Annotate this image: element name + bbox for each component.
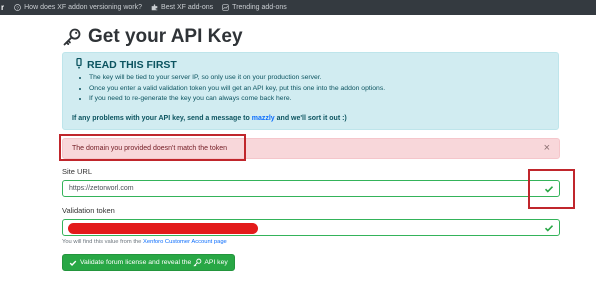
token-label: Validation token	[62, 206, 115, 215]
check-icon	[69, 259, 77, 267]
key-icon	[62, 27, 82, 47]
info-list: The key will be tied to your server IP, …	[77, 73, 385, 105]
list-item: If you need to re-generate the key you c…	[89, 94, 385, 105]
site-url-value: https://zetorworl.com	[69, 185, 134, 192]
nav-link-label: Best XF add-ons	[161, 4, 214, 11]
site-url-input[interactable]: https://zetorworl.com	[62, 180, 560, 197]
redaction-mark	[68, 223, 258, 234]
info-footnote: If any problems with your API key, send …	[72, 115, 347, 122]
check-icon	[544, 225, 554, 232]
validate-button-label: Validate forum license and reveal the	[80, 259, 192, 266]
list-item: The key will be tied to your server IP, …	[89, 73, 385, 84]
footnote-text: If any problems with your API key, send …	[72, 115, 250, 122]
svg-text:?: ?	[16, 5, 19, 11]
nav-link-best-addons[interactable]: Best XF add-ons	[151, 4, 213, 11]
brand-logo[interactable]: r	[1, 3, 4, 12]
validate-button-label-end: API key	[204, 259, 228, 266]
nav-link-versioning[interactable]: ? How does XF addon versioning work?	[14, 4, 142, 11]
puzzle-icon	[151, 4, 158, 11]
exclamation-icon	[76, 57, 82, 72]
page-title: Get your API Key	[62, 26, 243, 48]
info-heading-text: READ THIS FIRST	[87, 59, 177, 71]
close-icon[interactable]: ×	[544, 142, 550, 154]
top-navbar: r ? How does XF addon versioning work? B…	[0, 0, 596, 15]
info-alert: READ THIS FIRST The key will be tied to …	[62, 52, 559, 130]
question-circle-icon: ?	[14, 4, 21, 11]
info-heading: READ THIS FIRST	[76, 57, 177, 72]
nav-link-label: How does XF addon versioning work?	[24, 4, 143, 11]
list-item: Once you enter a valid validation token …	[89, 84, 385, 95]
validate-button[interactable]: Validate forum license and reveal the AP…	[62, 254, 235, 271]
help-text: You will find this value from the	[62, 239, 142, 245]
annotation-box-error	[59, 134, 246, 161]
site-url-label: Site URL	[62, 167, 93, 176]
token-help-text: You will find this value from the Xenfor…	[62, 239, 227, 245]
annotation-box-check	[528, 169, 575, 209]
nav-link-trending[interactable]: Trending add-ons	[222, 4, 287, 11]
customer-account-link[interactable]: Xenforo Customer Account page	[143, 239, 227, 245]
footnote-text-end: and we'll sort it out :)	[276, 115, 347, 122]
page-title-text: Get your API Key	[88, 26, 243, 47]
contact-link[interactable]: mazzly	[252, 115, 275, 122]
validation-token-input[interactable]	[62, 219, 560, 236]
trending-icon	[222, 4, 229, 11]
nav-link-label: Trending add-ons	[232, 4, 287, 11]
key-icon	[193, 258, 202, 267]
